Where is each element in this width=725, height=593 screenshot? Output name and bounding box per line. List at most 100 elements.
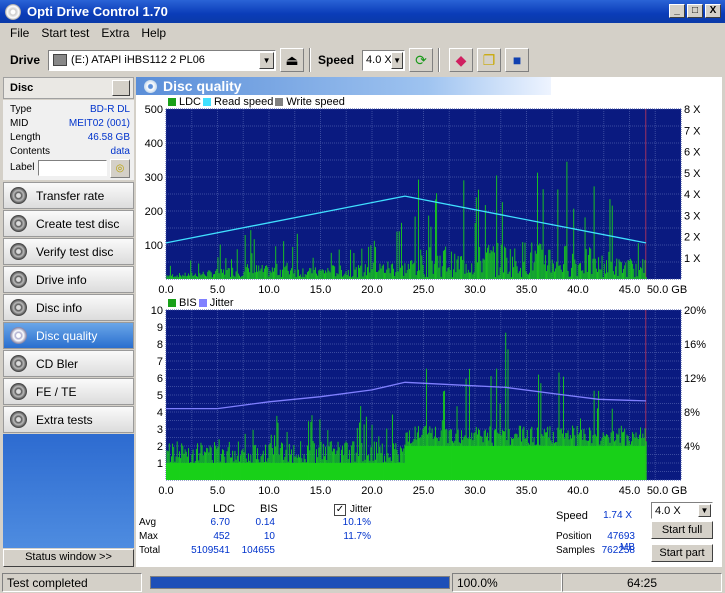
- ldc-bar: [286, 262, 288, 279]
- bis-bar: [222, 449, 223, 480]
- chevron-down-icon[interactable]: ▼: [259, 51, 275, 69]
- disc-icon: [10, 411, 27, 428]
- start-part-button[interactable]: Start part: [651, 544, 713, 562]
- ldc-bar: [633, 268, 635, 279]
- close-button[interactable]: X: [705, 4, 721, 18]
- bis-bar: [186, 456, 188, 480]
- disc-header-button[interactable]: [112, 80, 130, 96]
- ldc-bar: [292, 246, 294, 279]
- ldc-bar: [337, 274, 339, 279]
- ldc-bar: [254, 272, 256, 279]
- ldc-bar: [214, 274, 216, 279]
- quality-speed-select[interactable]: 4.0 X ▼: [651, 502, 713, 519]
- bis-bar: [544, 432, 546, 480]
- ldc-bar: [335, 276, 337, 279]
- bot-y-tick: 1: [157, 458, 163, 470]
- menu-extra[interactable]: Extra: [95, 26, 135, 40]
- speed-select[interactable]: 4.0 X ▼: [362, 49, 406, 71]
- ldc-bar: [257, 271, 259, 279]
- ldc-bar: [547, 265, 549, 279]
- bot-x-tick: 0.0: [158, 485, 173, 497]
- start-full-button[interactable]: Start full: [651, 521, 713, 539]
- menu-start-test[interactable]: Start test: [35, 26, 95, 40]
- nav-item-disc-quality[interactable]: Disc quality: [3, 322, 134, 349]
- refresh-button[interactable]: ⟳: [409, 48, 434, 72]
- disc-label-button[interactable]: ◎: [110, 159, 130, 178]
- ldc-bar: [374, 246, 376, 279]
- bis-bar: [347, 458, 349, 480]
- nav-item-extra-tests[interactable]: Extra tests: [3, 406, 134, 433]
- nav-item-cd-bler[interactable]: CD Bler: [3, 350, 134, 377]
- ldc-bar: [606, 260, 608, 279]
- bis-bar: [354, 461, 356, 480]
- chevron-down-icon[interactable]: ▼: [698, 504, 711, 517]
- nav-item-verify-test-disc[interactable]: Verify test disc: [3, 238, 134, 265]
- bis-bar: [233, 461, 235, 480]
- eject-button[interactable]: ⏏: [280, 48, 305, 72]
- ldc-bar: [495, 277, 496, 279]
- bis-bar: [560, 428, 562, 480]
- disc-label-input[interactable]: [38, 160, 107, 176]
- nav-item-transfer-rate[interactable]: Transfer rate: [3, 182, 134, 209]
- speed-select-value: 4.0 X: [366, 54, 392, 66]
- bis-bar: [277, 422, 279, 480]
- bis-bar: [516, 434, 518, 480]
- ldc-bar: [242, 275, 244, 279]
- ldc-bar: [318, 270, 320, 279]
- bis-bar: [282, 443, 283, 480]
- bis-bar: [337, 441, 339, 480]
- bis-bar: [594, 434, 596, 480]
- bis-bar: [177, 457, 179, 480]
- maximize-button[interactable]: □: [687, 4, 703, 18]
- ldc-bar: [548, 249, 550, 279]
- bis-bar: [324, 456, 325, 480]
- ldc-bar: [619, 261, 621, 279]
- erase-button[interactable]: ◆: [449, 48, 474, 72]
- nav-item-fe-te[interactable]: FE / TE: [3, 378, 134, 405]
- chevron-down-icon[interactable]: ▼: [391, 51, 404, 69]
- bis-bar: [216, 448, 218, 480]
- ldc-bar: [223, 269, 225, 279]
- eject-icon: ⏏: [285, 51, 299, 68]
- bis-bar: [424, 425, 426, 480]
- ldc-bar: [461, 256, 462, 279]
- ldc-bar: [474, 223, 476, 279]
- ldc-bar: [320, 270, 322, 279]
- save-button[interactable]: ■: [505, 48, 530, 72]
- ldc-bar: [614, 274, 615, 279]
- stats-total-ldc: 5109541: [191, 545, 230, 556]
- ldc-bar: [615, 266, 617, 279]
- drive-select[interactable]: (E:) ATAPI iHBS112 2 PL06 ▼: [48, 49, 277, 71]
- ldc-bar: [507, 273, 509, 279]
- bis-bar: [501, 429, 503, 480]
- ldc-bar: [573, 208, 575, 279]
- ldc-bar: [177, 277, 179, 279]
- ldc-bar: [368, 246, 370, 279]
- bis-bar: [307, 445, 308, 480]
- nav-item-label: Drive info: [36, 272, 87, 287]
- nav-item-disc-info[interactable]: Disc info: [3, 294, 134, 321]
- status-window-button[interactable]: Status window >>: [3, 549, 134, 567]
- minimize-button[interactable]: _: [669, 4, 685, 18]
- ldc-bar: [232, 267, 234, 279]
- bis-bar: [327, 430, 329, 480]
- ldc-bar: [509, 249, 511, 279]
- ldc-bar: [267, 267, 269, 279]
- ldc-bar: [252, 273, 254, 279]
- bot-x-tick: 25.0: [413, 485, 434, 497]
- copy-button[interactable]: ❐: [477, 48, 502, 72]
- ldc-bar: [333, 265, 334, 279]
- bot-x-tick: 20.0: [361, 485, 382, 497]
- nav-item-create-test-disc[interactable]: Create test disc: [3, 210, 134, 237]
- bis-bar: [542, 436, 544, 480]
- bis-bar: [360, 406, 362, 480]
- menu-file[interactable]: File: [4, 26, 35, 40]
- bis-bar: [232, 450, 234, 480]
- ldc-bar: [430, 226, 432, 279]
- menu-help[interactable]: Help: [135, 26, 172, 40]
- bis-bar: [372, 460, 374, 480]
- ldc-bar: [582, 270, 584, 279]
- nav-item-drive-info[interactable]: Drive info: [3, 266, 134, 293]
- bis-bar: [454, 440, 456, 480]
- jitter-checkbox[interactable]: ✓: [334, 504, 346, 516]
